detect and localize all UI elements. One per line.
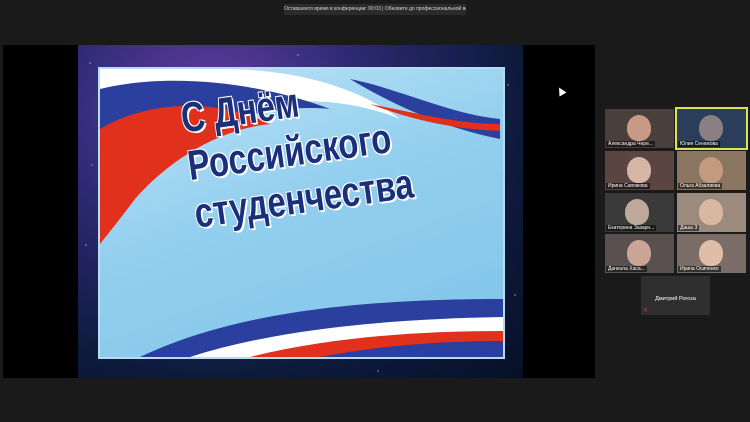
- participant-name: Дмитрий Рогоза: [655, 296, 696, 302]
- participant-tile[interactable]: Ирина Осипенко: [677, 234, 746, 273]
- participant-name: Ирина Осипенко: [678, 266, 721, 272]
- participant-video: [699, 199, 723, 225]
- participant-tile[interactable]: Александра Чере...: [605, 109, 674, 148]
- participant-tile[interactable]: Даша З: [677, 193, 746, 232]
- participant-video: [699, 240, 723, 266]
- meeting-time-banner[interactable]: Оставшееся время в конференции: 00:03 | …: [284, 4, 466, 15]
- participant-tile-no-video[interactable]: Дмитрий Рогоза ✕: [641, 276, 710, 315]
- participant-video: [699, 115, 723, 141]
- participant-tile[interactable]: Даниэла Хаса...: [605, 234, 674, 273]
- participant-video: [627, 240, 651, 266]
- participant-tile[interactable]: Ольга Абзалиева: [677, 151, 746, 190]
- participant-video: [627, 157, 651, 183]
- participant-tile[interactable]: Екатерина Зазарн...: [605, 193, 674, 232]
- participant-video: [699, 157, 723, 183]
- presentation-slide: С Днём Российского студенчества: [78, 45, 523, 378]
- participant-tile[interactable]: Ирина Сапожова: [605, 151, 674, 190]
- participant-tile-active-speaker[interactable]: Юлия Сенюкова: [675, 107, 748, 150]
- participant-name: Александра Чере...: [606, 141, 656, 147]
- shared-screen: С Днём Российского студенчества: [3, 45, 595, 378]
- participant-name: Юлия Сенюкова: [678, 141, 720, 147]
- participant-name: Ольга Абзалиева: [678, 183, 723, 189]
- microphone-muted-icon: ✕: [643, 308, 649, 314]
- slide-card: С Днём Российского студенчества: [98, 67, 505, 359]
- participant-name: Даша З: [678, 225, 700, 231]
- participant-video: [625, 199, 649, 225]
- participant-name: Даниэла Хаса...: [606, 266, 647, 272]
- participant-video: [627, 115, 651, 141]
- participant-name: Ирина Сапожова: [606, 183, 650, 189]
- participant-name: Екатерина Зазарн...: [606, 225, 657, 231]
